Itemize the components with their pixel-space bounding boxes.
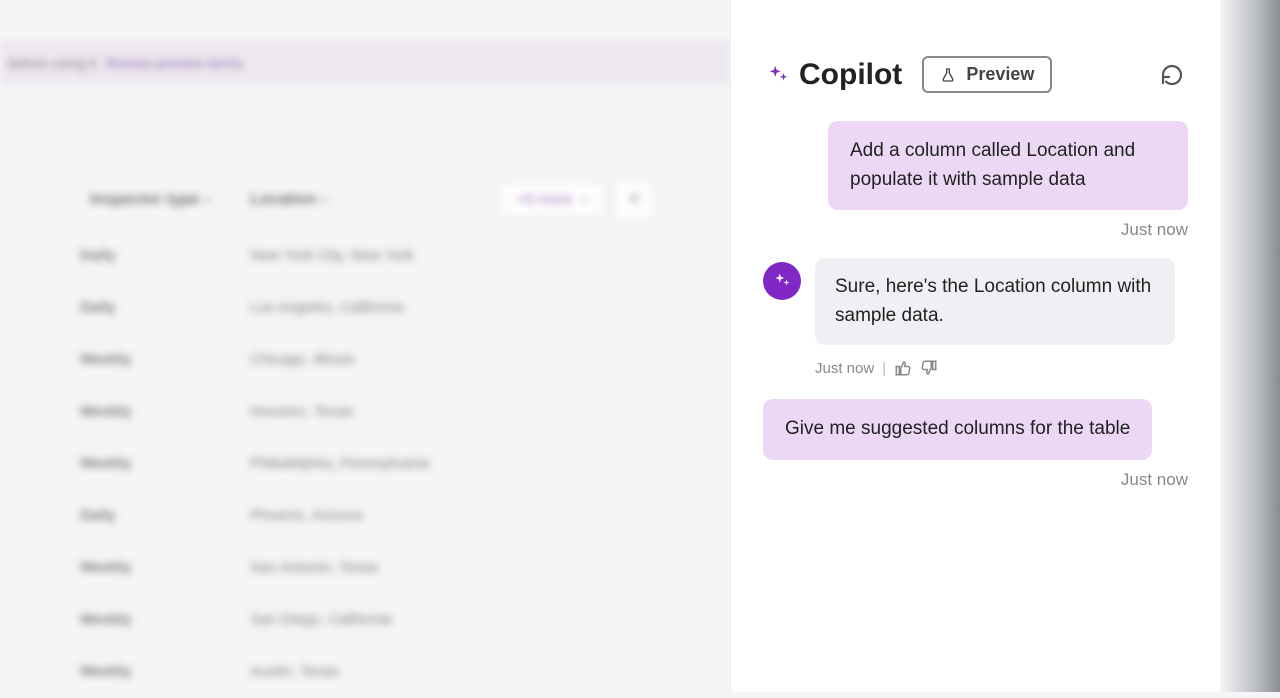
table-row[interactable]: WeeklySan Antonio, Texas — [0, 542, 730, 594]
cell-location: San Diego, California — [230, 611, 560, 628]
table-row[interactable]: WeeklySan Diego, California — [0, 594, 730, 646]
thumbs-up-button[interactable] — [894, 359, 912, 377]
cell-location: Austin, Texas — [230, 663, 560, 680]
separator: | — [882, 360, 886, 377]
grid-header: Inspector type ˅ Location ˅ +6 more ˅ + — [0, 170, 730, 230]
column-header-label: Location — [250, 191, 317, 208]
grid-body: DailyNew York City, New YorkDailyLos Ang… — [0, 230, 730, 698]
column-header-location[interactable]: Location ˅ — [230, 191, 480, 209]
chevron-down-icon: ˅ — [321, 193, 328, 207]
cell-location: New York City, New York — [230, 247, 560, 264]
data-grid-area: before using it. Review preview terms In… — [0, 0, 730, 692]
column-header-inspector[interactable]: Inspector type ˅ — [0, 191, 230, 209]
table-row[interactable]: WeeklyChicago, Illinois — [0, 334, 730, 386]
refresh-button[interactable] — [1160, 63, 1184, 87]
cell-inspector-type: Daily — [0, 507, 230, 524]
copilot-avatar — [763, 262, 801, 300]
chevron-down-icon: ˅ — [204, 193, 211, 207]
chat-body: Add a column called Location and populat… — [731, 111, 1220, 510]
cell-location: Houston, Texas — [230, 403, 560, 420]
chevron-down-icon: ˅ — [580, 193, 587, 207]
more-columns-label: +6 more — [517, 191, 572, 208]
column-header-extras: +6 more ˅ + — [500, 180, 654, 220]
message-feedback-row: Just now | — [815, 359, 1188, 377]
cell-inspector-type: Weekly — [0, 663, 230, 680]
table-row[interactable]: DailyLos Angeles, California — [0, 282, 730, 334]
cell-location: San Antonio, Texas — [230, 559, 560, 576]
cell-inspector-type: Daily — [0, 247, 230, 264]
user-message: Give me suggested columns for the table — [763, 399, 1152, 460]
cell-location: Phoenix, Arizona — [230, 507, 560, 524]
assistant-message: Sure, here's the Location column with sa… — [815, 258, 1175, 345]
message-timestamp: Just now — [1121, 470, 1188, 490]
preview-terms-banner: before using it. Review preview terms — [0, 40, 730, 85]
message-timestamp: Just now — [1121, 220, 1188, 240]
table-row[interactable]: WeeklyPhiladelphia, Pennsylvania — [0, 438, 730, 490]
cell-location: Los Angeles, California — [230, 299, 560, 316]
column-header-label: Inspector type — [90, 191, 199, 208]
table-row[interactable]: DailyNew York City, New York — [0, 230, 730, 282]
plus-icon: + — [629, 188, 641, 211]
cell-location: Philadelphia, Pennsylvania — [230, 455, 560, 472]
preview-label: Preview — [966, 64, 1034, 85]
cell-inspector-type: Weekly — [0, 351, 230, 368]
banner-prefix: before using it. — [8, 55, 100, 71]
copilot-title-text: Copilot — [799, 58, 902, 92]
data-grid: Inspector type ˅ Location ˅ +6 more ˅ + … — [0, 170, 730, 698]
add-column-button[interactable]: + — [614, 180, 654, 220]
cell-inspector-type: Weekly — [0, 559, 230, 576]
flask-icon — [940, 66, 956, 84]
table-row[interactable]: WeeklyHouston, Texas — [0, 386, 730, 438]
cell-inspector-type: Daily — [0, 299, 230, 316]
cell-inspector-type: Weekly — [0, 403, 230, 420]
review-terms-link[interactable]: Review preview terms — [106, 55, 243, 71]
thumbs-down-button[interactable] — [920, 359, 938, 377]
preview-badge: Preview — [922, 56, 1052, 93]
cell-inspector-type: Weekly — [0, 611, 230, 628]
more-columns-button[interactable]: +6 more ˅ — [500, 182, 604, 217]
cell-location: Chicago, Illinois — [230, 351, 560, 368]
copilot-title: Copilot — [767, 58, 902, 92]
table-row[interactable]: DailyPhoenix, Arizona — [0, 490, 730, 542]
photo-edge-shadow — [1220, 0, 1280, 692]
message-text: Give me suggested columns for the table — [785, 418, 1130, 439]
message-text: Sure, here's the Location column with sa… — [835, 276, 1151, 326]
cell-inspector-type: Weekly — [0, 455, 230, 472]
sparkle-icon — [767, 64, 789, 86]
copilot-panel: Copilot Preview Add a column called Loca… — [730, 0, 1220, 692]
message-text: Add a column called Location and populat… — [850, 140, 1135, 190]
copilot-header: Copilot Preview — [731, 0, 1220, 111]
message-timestamp: Just now — [815, 360, 874, 377]
user-message: Add a column called Location and populat… — [828, 121, 1188, 210]
assistant-message-row: Sure, here's the Location column with sa… — [763, 258, 1188, 345]
table-row[interactable]: WeeklyAustin, Texas — [0, 646, 730, 698]
